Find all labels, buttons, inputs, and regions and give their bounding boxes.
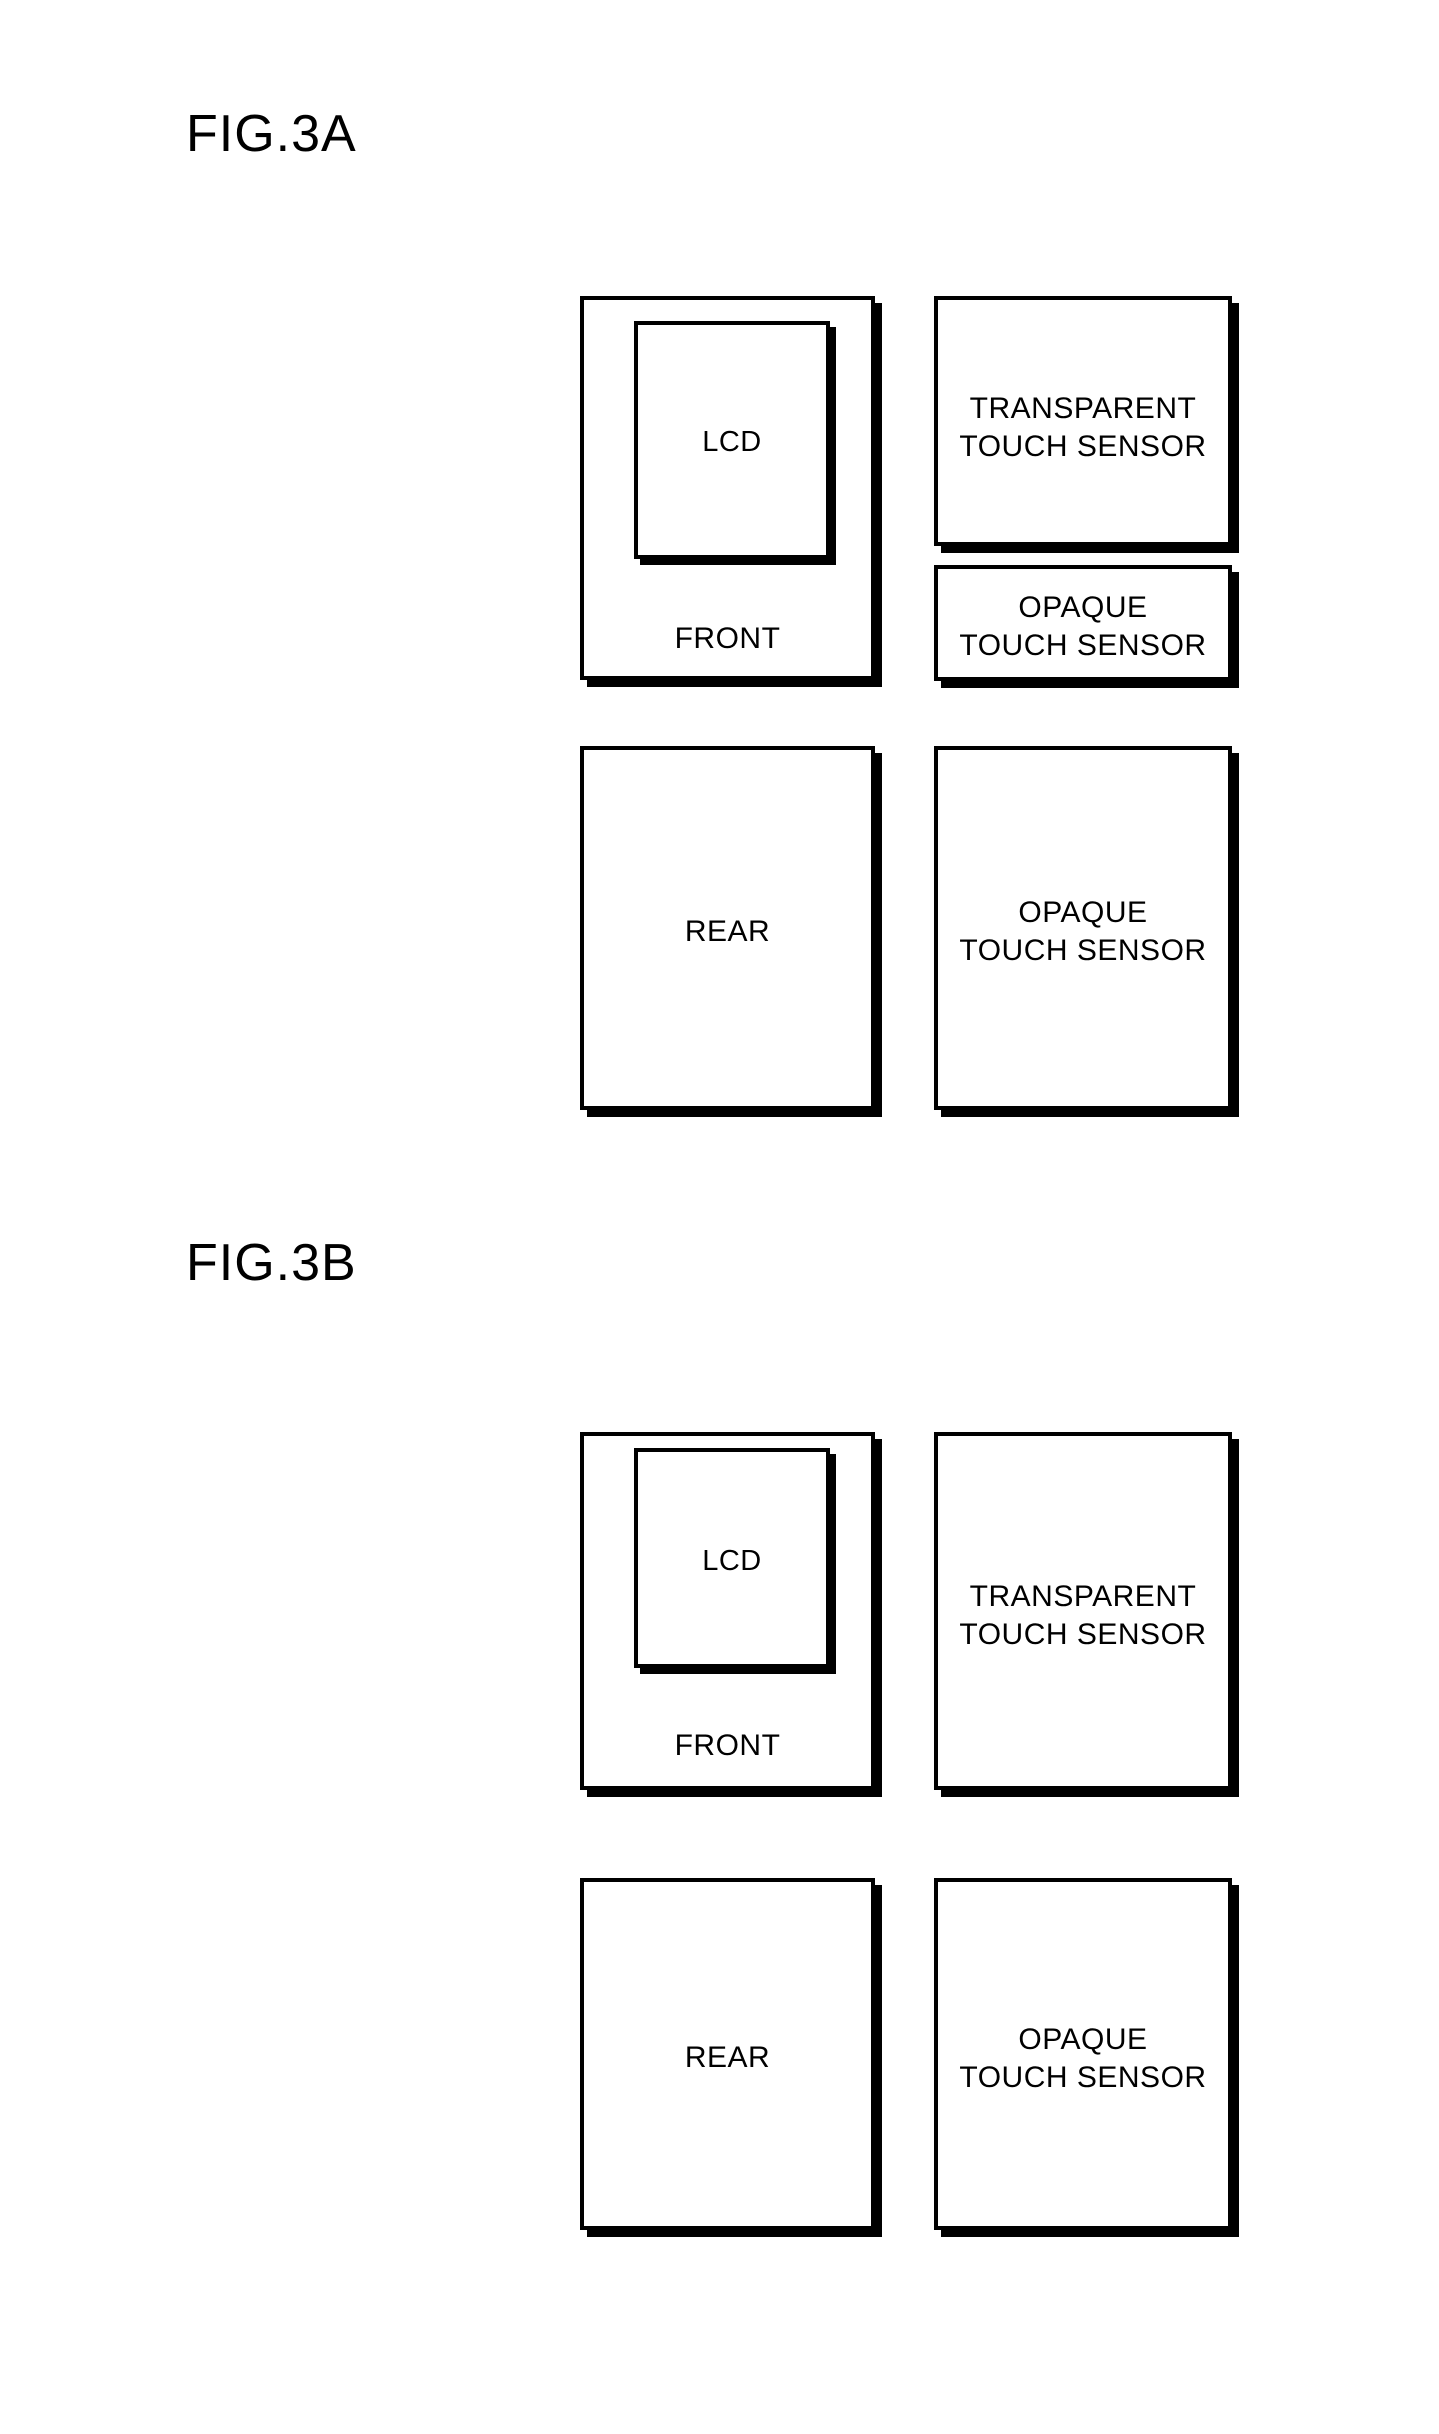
fig3b-rear-panel: REAR (580, 1878, 875, 2230)
fig3a-opaque-touch-sensor-panel-bottom: OPAQUE TOUCH SENSOR (934, 746, 1232, 1110)
fig3a-opaque-touch-sensor-label-bottom: OPAQUE TOUCH SENSOR (959, 896, 1207, 967)
fig3b-front-label: FRONT (674, 1729, 781, 1762)
fig3b-front-panel: LCD FRONT (580, 1432, 875, 1790)
fig3b-opaque-touch-sensor-label: OPAQUE TOUCH SENSOR (959, 2023, 1207, 2094)
fig3b-transparent-touch-sensor-label: TRANSPARENT TOUCH SENSOR (959, 1580, 1207, 1651)
fig3b-transparent-touch-sensor-panel: TRANSPARENT TOUCH SENSOR (934, 1432, 1232, 1790)
patent-drawing-sheet: FIG.3A LCD FRONT TRANSPARENT TOUCH SENSO… (0, 0, 1439, 2434)
fig3a-front-label: FRONT (674, 622, 781, 655)
fig3a-transparent-touch-sensor-label: TRANSPARENT TOUCH SENSOR (959, 392, 1207, 463)
fig3a-lcd-label: LCD (702, 426, 762, 458)
fig3a-opaque-touch-sensor-panel-top: OPAQUE TOUCH SENSOR (934, 565, 1232, 681)
fig3a-rear-panel: REAR (580, 746, 875, 1110)
fig3b-opaque-touch-sensor-panel: OPAQUE TOUCH SENSOR (934, 1878, 1232, 2230)
fig3b-lcd-panel: LCD (634, 1448, 830, 1668)
fig3a-front-panel: LCD FRONT (580, 296, 875, 680)
fig3a-transparent-touch-sensor-panel: TRANSPARENT TOUCH SENSOR (934, 296, 1232, 546)
fig3b-rear-label: REAR (684, 2041, 771, 2074)
fig3a-opaque-touch-sensor-label-top: OPAQUE TOUCH SENSOR (959, 591, 1207, 662)
fig3a-rear-label: REAR (684, 915, 771, 948)
fig3b-lcd-label: LCD (702, 1545, 762, 1577)
figure-title-3b: FIG.3B (186, 1234, 357, 1292)
fig3a-lcd-panel: LCD (634, 321, 830, 559)
figure-title-3a: FIG.3A (186, 105, 357, 163)
